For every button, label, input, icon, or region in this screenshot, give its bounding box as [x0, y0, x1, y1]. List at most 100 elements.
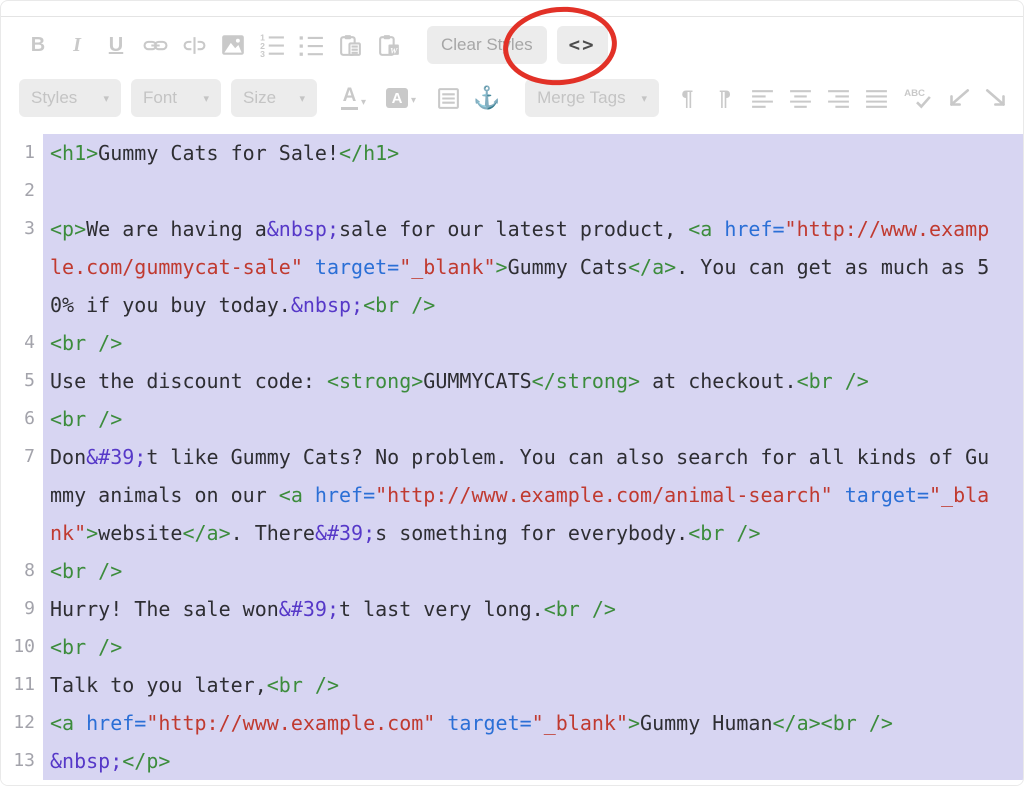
- link-button[interactable]: [142, 32, 168, 58]
- unlink-button[interactable]: [181, 32, 207, 58]
- paragraph-ltr-button[interactable]: ¶: [675, 85, 699, 111]
- code-row: 11Talk to you later,<br />: [1, 666, 1023, 704]
- line-number: 6: [1, 400, 43, 438]
- code-lines: 1<h1>Gummy Cats for Sale!</h1>23<p>We ar…: [1, 134, 1023, 780]
- code-row: 5Use the discount code: <strong>GUMMYCAT…: [1, 362, 1023, 400]
- background-color-icon: A: [386, 88, 408, 108]
- source-code-button[interactable]: <>: [557, 26, 608, 64]
- styles-dropdown-label: Styles: [31, 88, 77, 108]
- code-line[interactable]: [43, 172, 1023, 210]
- paragraph-ltr-icon: ¶: [681, 88, 693, 109]
- align-right-button[interactable]: [826, 85, 851, 111]
- code-line[interactable]: <a href="http://www.example.com" target=…: [43, 704, 1023, 742]
- line-number: 8: [1, 552, 43, 590]
- ordered-list-button[interactable]: 1 2 3: [259, 32, 285, 58]
- anchor-button[interactable]: ⚓: [474, 85, 500, 111]
- ordered-list-icon: 1 2 3: [259, 32, 285, 58]
- line-number: 11: [1, 666, 43, 704]
- font-dropdown[interactable]: Font ▾: [131, 79, 221, 117]
- code-line[interactable]: Don&#39;t like Gummy Cats? No problem. Y…: [43, 438, 1023, 552]
- redo-button[interactable]: [984, 85, 1010, 111]
- svg-text:ABC: ABC: [904, 88, 925, 99]
- font-color-button[interactable]: A ▾: [341, 86, 366, 110]
- line-number: 9: [1, 590, 43, 628]
- size-dropdown[interactable]: Size ▾: [231, 79, 317, 117]
- spellcheck-icon: ABC: [902, 85, 932, 111]
- align-justify-button[interactable]: [864, 85, 889, 111]
- code-row: 7Don&#39;t like Gummy Cats? No problem. …: [1, 438, 1023, 552]
- paragraph-rtl-icon: ¶: [719, 88, 731, 109]
- chevron-down-icon: ▾: [103, 92, 109, 105]
- anchor-icon: ⚓: [473, 87, 500, 109]
- code-line[interactable]: <h1>Gummy Cats for Sale!</h1>: [43, 134, 1023, 172]
- code-row: 13&nbsp;</p>: [1, 742, 1023, 780]
- svg-text:3: 3: [260, 49, 265, 58]
- image-button[interactable]: [220, 32, 246, 58]
- align-center-button[interactable]: [788, 85, 813, 111]
- underline-button[interactable]: U: [103, 32, 129, 58]
- spellcheck-button[interactable]: ABC: [902, 85, 932, 111]
- code-row: 9Hurry! The sale won&#39;t last very lon…: [1, 590, 1023, 628]
- underline-icon: U: [109, 35, 123, 55]
- blockquote-icon: [436, 86, 461, 111]
- background-color-button[interactable]: A ▾: [386, 88, 416, 108]
- code-row: 1<h1>Gummy Cats for Sale!</h1>: [1, 134, 1023, 172]
- line-number: 2: [1, 172, 43, 210]
- bold-button[interactable]: B: [25, 32, 51, 58]
- code-line[interactable]: <br />: [43, 324, 1023, 362]
- bullet-list-icon: [298, 32, 324, 58]
- code-row: 8<br />: [1, 552, 1023, 590]
- code-row: 4<br />: [1, 324, 1023, 362]
- bullet-list-button[interactable]: [298, 32, 324, 58]
- chevron-down-icon: ▾: [642, 92, 648, 105]
- code-line[interactable]: <br />: [43, 628, 1023, 666]
- code-row: 6<br />: [1, 400, 1023, 438]
- code-line[interactable]: <p>We are having a&nbsp;sale for our lat…: [43, 210, 1023, 324]
- undo-button[interactable]: [945, 85, 971, 111]
- source-code-view[interactable]: 1<h1>Gummy Cats for Sale!</h1>23<p>We ar…: [1, 125, 1023, 785]
- paste-button[interactable]: [337, 32, 363, 58]
- bold-icon: B: [31, 35, 45, 55]
- code-row: 10<br />: [1, 628, 1023, 666]
- align-right-icon: [826, 86, 851, 111]
- line-number: 5: [1, 362, 43, 400]
- code-row: 12<a href="http://www.example.com" targe…: [1, 704, 1023, 742]
- code-line[interactable]: <br />: [43, 400, 1023, 438]
- toolbar-row-1: B I U 1: [1, 17, 1023, 73]
- code-line[interactable]: Hurry! The sale won&#39;t last very long…: [43, 590, 1023, 628]
- paste-from-word-button[interactable]: W: [376, 32, 402, 58]
- code-line[interactable]: &nbsp;</p>: [43, 742, 1023, 780]
- code-line[interactable]: <br />: [43, 552, 1023, 590]
- line-number: 3: [1, 210, 43, 324]
- clear-styles-button[interactable]: Clear Styles: [427, 26, 547, 64]
- paste-icon: [338, 33, 363, 58]
- merge-tags-dropdown[interactable]: Merge Tags ▾: [525, 79, 659, 117]
- line-number: 13: [1, 742, 43, 780]
- font-dropdown-label: Font: [143, 88, 177, 108]
- svg-text:W: W: [390, 46, 398, 55]
- chevron-down-icon: ▾: [203, 92, 209, 105]
- paste-from-word-icon: W: [377, 33, 402, 58]
- align-left-button[interactable]: [750, 85, 775, 111]
- styles-dropdown[interactable]: Styles ▾: [19, 79, 121, 117]
- font-color-icon: A: [341, 86, 358, 110]
- align-left-icon: [750, 86, 775, 111]
- line-number: 1: [1, 134, 43, 172]
- blockquote-button[interactable]: [436, 85, 461, 111]
- toolbar-row-2: Styles ▾ Font ▾ Size ▾ A ▾ A ▾: [1, 73, 1023, 123]
- code-line[interactable]: Talk to you later,<br />: [43, 666, 1023, 704]
- rich-text-editor: B I U 1: [0, 0, 1024, 786]
- align-center-icon: [788, 86, 813, 111]
- align-justify-icon: [864, 86, 889, 111]
- chevron-down-icon: ▾: [411, 95, 416, 106]
- image-icon: [220, 32, 246, 58]
- code-row: 2: [1, 172, 1023, 210]
- merge-tags-dropdown-label: Merge Tags: [537, 88, 626, 108]
- line-number: 10: [1, 628, 43, 666]
- undo-icon: [945, 85, 971, 111]
- italic-button[interactable]: I: [64, 32, 90, 58]
- code-line[interactable]: Use the discount code: <strong>GUMMYCATS…: [43, 362, 1023, 400]
- italic-icon: I: [73, 35, 81, 55]
- paragraph-rtl-button[interactable]: ¶: [713, 85, 737, 111]
- unlink-icon: [182, 33, 207, 58]
